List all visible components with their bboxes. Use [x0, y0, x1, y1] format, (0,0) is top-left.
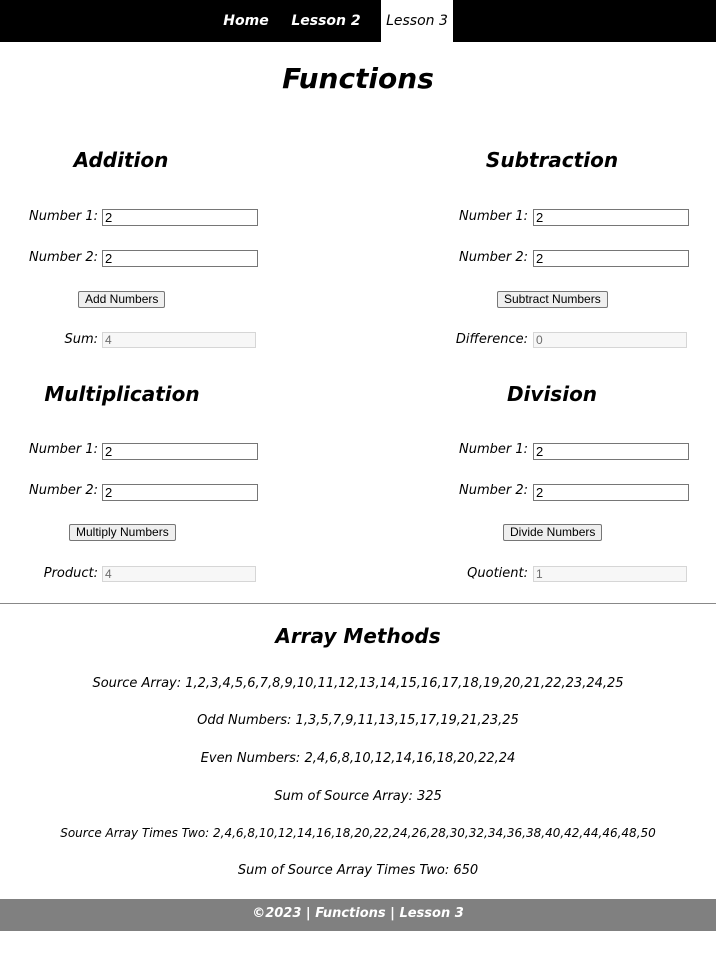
addition-number1-input[interactable]: 2	[102, 209, 258, 226]
subtraction-number2-label: Number 2:	[458, 250, 528, 265]
division-title: Division	[506, 382, 598, 406]
difference-output: 0	[533, 332, 687, 348]
multiplication-number2-input[interactable]: 2	[102, 484, 258, 501]
multiply-numbers-button[interactable]: Multiply Numbers	[69, 524, 176, 541]
quotient-label: Quotient:	[467, 566, 528, 581]
subtraction-number1-label: Number 1:	[458, 209, 528, 224]
subtraction-number2-input[interactable]: 2	[533, 250, 689, 267]
sum-times-two-line: Sum of Source Array Times Two: 650	[237, 863, 479, 878]
subtract-numbers-button[interactable]: Subtract Numbers	[497, 291, 608, 308]
array-methods-title: Array Methods	[275, 624, 441, 648]
nav-lesson2-link[interactable]: Lesson 2	[288, 0, 364, 42]
product-label: Product:	[43, 566, 98, 581]
division-number1-input[interactable]: 2	[533, 443, 689, 460]
top-nav: Home Lesson 2 Lesson 3	[0, 0, 716, 43]
source-array-line: Source Array: 1,2,3,4,5,6,7,8,9,10,11,12…	[92, 676, 624, 691]
multiplication-title: Multiplication	[44, 382, 200, 406]
sum-output: 4	[102, 332, 256, 348]
addition-number2-label: Number 2:	[28, 250, 98, 265]
sum-label: Sum:	[64, 332, 98, 347]
quotient-output: 1	[533, 566, 687, 582]
subtraction-title: Subtraction	[485, 148, 619, 172]
division-number2-label: Number 2:	[458, 483, 528, 498]
division-number2-input[interactable]: 2	[533, 484, 689, 501]
nav-lesson3-link[interactable]: Lesson 3	[381, 0, 453, 43]
difference-label: Difference:	[455, 332, 528, 347]
addition-number1-label: Number 1:	[28, 209, 98, 224]
odd-numbers-line: Odd Numbers: 1,3,5,7,9,11,13,15,17,19,21…	[197, 713, 519, 728]
multiplication-number1-input[interactable]: 2	[102, 443, 258, 460]
source-array-times-two-line: Source Array Times Two: 2,4,6,8,10,12,14…	[60, 826, 656, 840]
sum-source-array-line: Sum of Source Array: 325	[274, 789, 442, 804]
footer: ©2023 | Functions | Lesson 3	[0, 899, 716, 931]
add-numbers-button[interactable]: Add Numbers	[78, 291, 166, 308]
page-title: Functions	[282, 62, 434, 95]
addition-number2-input[interactable]: 2	[102, 250, 258, 267]
even-numbers-line: Even Numbers: 2,4,6,8,10,12,14,16,18,20,…	[200, 751, 516, 766]
product-output: 4	[102, 566, 256, 582]
divide-numbers-button[interactable]: Divide Numbers	[503, 524, 603, 541]
addition-title: Addition	[73, 148, 169, 172]
division-number1-label: Number 1:	[458, 442, 528, 457]
multiplication-number2-label: Number 2:	[28, 483, 98, 498]
multiplication-number1-label: Number 1:	[28, 442, 98, 457]
nav-home-link[interactable]: Home	[216, 0, 276, 42]
subtraction-number1-input[interactable]: 2	[533, 209, 689, 226]
section-divider	[0, 603, 716, 604]
